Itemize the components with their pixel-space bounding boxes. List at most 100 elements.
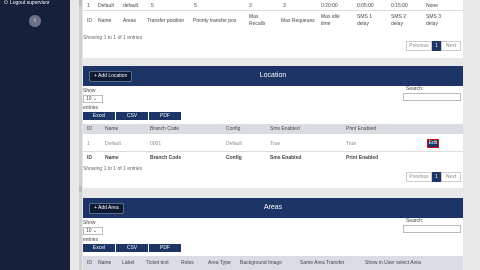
areas-entries-select[interactable]: 10 ⌄ — [83, 227, 103, 235]
location-cell-name: Default — [105, 141, 121, 147]
queue-cell-name: Default — [98, 3, 114, 9]
queue-cell-idle: 0:20:00 — [321, 3, 338, 9]
queue-cell-areas: default. — [123, 3, 140, 9]
location-cell-id: 1 — [87, 141, 90, 147]
location-header: Location + Add Location — [83, 66, 463, 86]
areas-header-show-user-select: Show in User select Area — [365, 260, 421, 266]
queue-cell-sms1: 0:05:00 — [357, 3, 374, 9]
areas-show-label: Show — [83, 220, 96, 226]
queue-header-idle-2: time — [321, 21, 331, 27]
location-footer-name: Name — [105, 155, 119, 161]
queue-header-requeues: Max Requeues — [281, 18, 315, 24]
location-pdf-button[interactable]: PDF — [149, 112, 181, 120]
location-page-1-button[interactable]: 1 — [432, 172, 441, 182]
areas-entries-label: entries — [83, 237, 99, 243]
queue-header-idle-1: Max idle — [321, 14, 340, 20]
location-header-branch: Branch Code — [150, 126, 180, 132]
areas-title: Areas — [263, 204, 283, 211]
queue-header-transfer: Transfer position — [147, 18, 185, 24]
location-panel: Location + Add Location Show 10 ⌄ entrie… — [83, 66, 463, 188]
areas-pdf-button[interactable]: PDF — [149, 244, 181, 252]
queue-header-sms2-1: SMS 2 — [391, 14, 407, 20]
queue-header-recalls-2: Recalls — [249, 21, 266, 27]
location-footer-sms: Sms Enabled — [270, 155, 302, 161]
location-edit-button[interactable]: Edit — [427, 139, 439, 148]
location-header-config: Config — [226, 126, 241, 132]
queue-header-sms3-1: SMS 3 — [426, 14, 442, 20]
location-title: Location — [259, 72, 287, 79]
location-cell-config: Default — [226, 141, 242, 147]
areas-header-name: Name — [98, 260, 112, 266]
add-location-button[interactable]: + Add Location — [89, 71, 133, 82]
areas-search-label: Search: — [406, 218, 424, 224]
chevron-down-icon: ⌄ — [92, 96, 98, 102]
areas-entries-value: 10 — [86, 228, 92, 234]
location-search-label: Search: — [406, 86, 424, 92]
queue-page-1-button[interactable]: 1 — [432, 41, 441, 51]
location-footer-print: Print Enabled — [346, 155, 379, 161]
queue-showing-info: Showing 1 to 1 of 1 entries — [83, 35, 143, 41]
queue-header-name: Name — [98, 18, 112, 24]
queue-cell-id: 1 — [87, 3, 90, 9]
queue-cell-priority: 5 — [194, 3, 197, 9]
queue-cell-recalls: 3 — [249, 3, 252, 9]
areas-header-area-type: Area Type — [208, 260, 231, 266]
location-header-sms: Sms Enabled — [270, 126, 300, 132]
location-showing-info: Showing 1 to 1 of 1 entries — [83, 166, 143, 172]
location-show-label: Show — [83, 88, 96, 94]
queue-panel: 1 Default default. 5 5 3 3 0:20:00 0:05:… — [83, 0, 463, 58]
queue-cell-sms3: None — [426, 3, 438, 9]
areas-search-input[interactable] — [403, 225, 461, 233]
location-header-id: ID — [87, 126, 92, 132]
queue-header-priority: Priority transfer pos — [193, 18, 237, 24]
queue-header-sms1-2: delay — [357, 21, 369, 27]
logout-label: Logout supervisor — [9, 0, 50, 6]
location-entries-value: 10 — [86, 96, 92, 102]
chevron-down-icon: ⌄ — [92, 228, 98, 234]
location-next-button[interactable]: Next — [441, 172, 461, 182]
location-header-print: Print Enabled — [346, 126, 377, 132]
areas-excel-button[interactable]: Excel — [83, 244, 115, 252]
logout-icon: ⏻ — [4, 0, 8, 6]
areas-header-roles: Roles — [181, 260, 194, 266]
queue-header-id: ID — [87, 18, 92, 24]
queue-cell-sms2: 0:15:00 — [391, 3, 408, 9]
location-footer-id: ID — [87, 155, 92, 161]
divider — [83, 151, 463, 152]
location-search-input[interactable] — [403, 93, 461, 101]
chevron-left-icon: ‹ — [33, 17, 37, 24]
sidebar-collapse-button[interactable]: ‹ — [29, 15, 41, 27]
location-entries-select[interactable]: 10 ⌄ — [83, 95, 103, 103]
location-csv-button[interactable]: CSV — [116, 112, 148, 120]
queue-header-areas: Areas — [123, 18, 137, 24]
location-cell-sms: True — [270, 141, 281, 147]
location-cell-print: True — [346, 141, 357, 147]
divider — [83, 10, 463, 11]
areas-csv-button[interactable]: CSV — [116, 244, 148, 252]
location-header-name: Name — [105, 126, 119, 132]
sidebar: ⏻ Logout supervisor ‹ — [0, 0, 70, 270]
areas-header-id: ID — [87, 260, 92, 266]
queue-previous-button[interactable]: Previous — [406, 41, 432, 51]
location-footer-config: Config — [226, 155, 242, 161]
queue-cell-transfer: 5 — [151, 3, 154, 9]
queue-next-button[interactable]: Next — [441, 41, 461, 51]
scrollbar-track[interactable] — [79, 0, 82, 270]
queue-header-sms2-2: delay — [391, 21, 403, 27]
areas-header-ticket-text: Ticket text — [146, 260, 169, 266]
queue-header-sms3-2: delay — [426, 21, 438, 27]
areas-header-same-area-transfer: Same Area Transfer — [300, 260, 345, 266]
location-previous-button[interactable]: Previous — [406, 172, 432, 182]
scrollbar-thumb[interactable] — [79, 0, 82, 6]
location-excel-button[interactable]: Excel — [83, 112, 115, 120]
location-cell-branch: 0001 — [150, 141, 162, 147]
logout-link[interactable]: ⏻ Logout supervisor — [4, 0, 50, 6]
areas-header-label: Label — [122, 260, 135, 266]
areas-header: Areas + Add Area — [83, 198, 463, 218]
queue-header-sms1-1: SMS 1 — [357, 14, 373, 20]
queue-cell-requeues: 3 — [283, 3, 286, 9]
scrollbar-marker — [79, 186, 82, 192]
location-footer-branch: Branch Code — [150, 155, 182, 161]
add-area-button[interactable]: + Add Area — [89, 203, 124, 214]
areas-panel: Areas + Add Area Show 10 ⌄ entries Searc… — [83, 198, 463, 270]
